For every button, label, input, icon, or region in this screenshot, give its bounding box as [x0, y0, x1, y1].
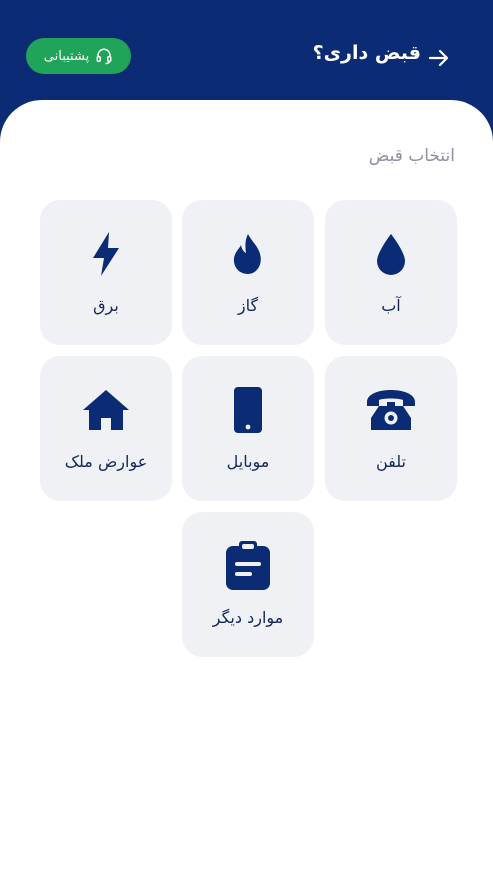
- tile-label: گاز: [237, 296, 259, 315]
- telephone-icon: [367, 390, 415, 430]
- flame-icon: [233, 234, 261, 274]
- section-label: انتخاب قبض: [368, 146, 455, 166]
- house-icon: [83, 390, 129, 430]
- tile-gas[interactable]: گاز: [182, 200, 314, 345]
- page-title: قبض داری؟: [312, 42, 421, 64]
- mobile-phone-icon: [234, 387, 262, 433]
- tile-other[interactable]: موارد دیگر: [182, 512, 314, 657]
- content-panel: انتخاب قبض آب گاز برق تلفن موبایل عوارض …: [0, 100, 493, 876]
- lightning-icon: [93, 232, 119, 276]
- tile-water[interactable]: آب: [325, 200, 457, 345]
- bill-selection-screen: قبض داری؟ پشتیبانی انتخاب قبض آب گاز برق…: [0, 0, 493, 876]
- support-button[interactable]: پشتیبانی: [26, 38, 131, 74]
- headset-icon: [96, 48, 112, 65]
- tile-label: برق: [93, 296, 119, 315]
- tile-label: تلفن: [375, 452, 407, 471]
- tile-label: موبایل: [226, 452, 270, 471]
- tile-mobile[interactable]: موبایل: [182, 356, 314, 501]
- support-label: پشتیبانی: [43, 48, 90, 64]
- clipboard-icon: [226, 541, 270, 590]
- tile-property-tax[interactable]: عوارض ملک: [40, 356, 172, 501]
- tile-electricity[interactable]: برق: [40, 200, 172, 345]
- back-button[interactable]: [425, 44, 453, 72]
- tile-label: عوارض ملک: [64, 452, 148, 471]
- arrow-right-icon: [428, 49, 449, 67]
- tile-label: موارد دیگر: [212, 608, 284, 627]
- tile-label: آب: [381, 296, 401, 315]
- tile-telephone[interactable]: تلفن: [325, 356, 457, 501]
- water-drop-icon: [377, 234, 405, 275]
